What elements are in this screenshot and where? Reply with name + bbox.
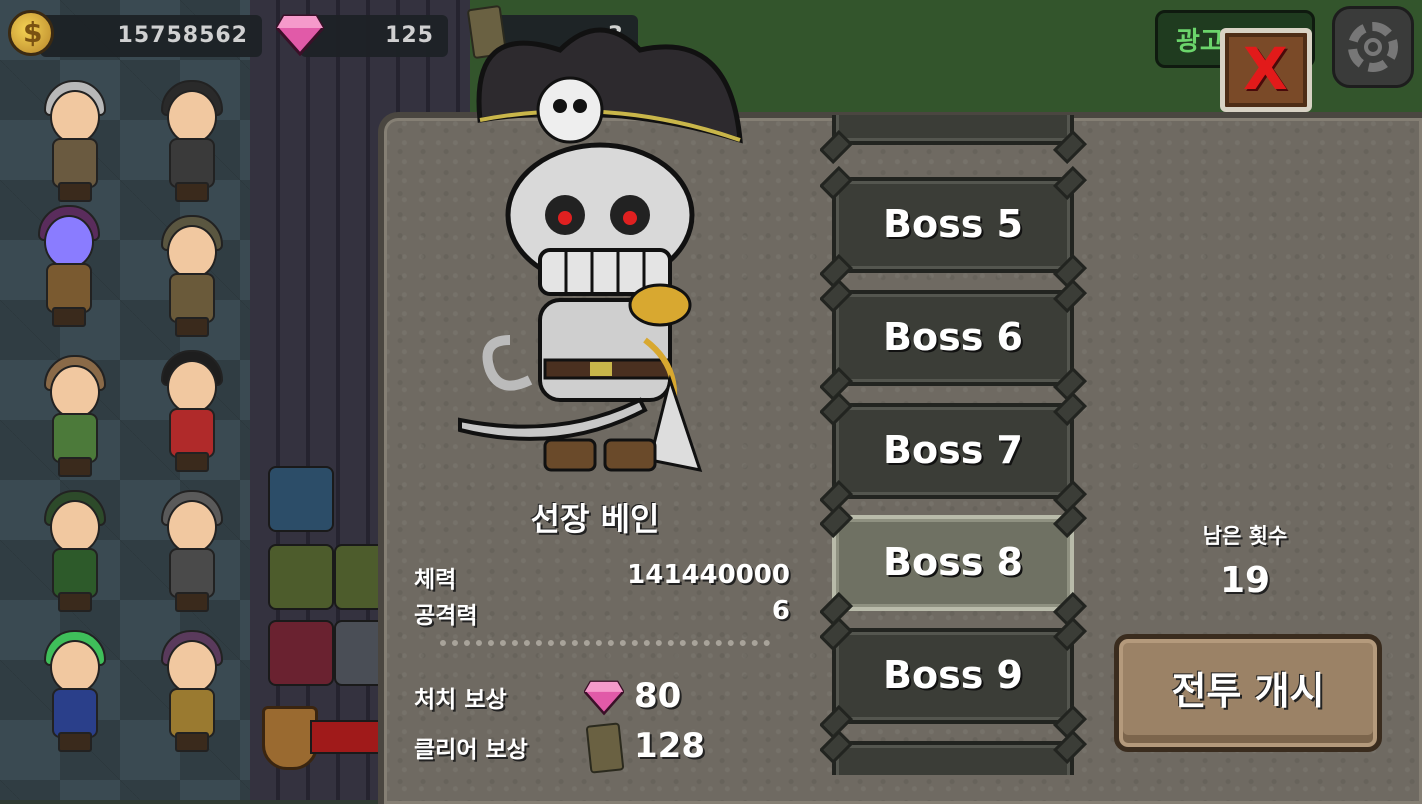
ad-button-label: 광고 <box>1176 27 1224 57</box>
hero-unit[interactable] <box>145 350 235 472</box>
hero-unit[interactable] <box>22 205 112 327</box>
gem-icon <box>276 14 324 56</box>
attack-value: 6 <box>771 596 790 626</box>
kill-reward-value: 80 <box>634 676 682 716</box>
remaining-attempts-label: 남은 횟수 <box>1202 524 1288 548</box>
start-battle-button[interactable]: 전투 개시 <box>1114 634 1382 752</box>
boss-list-item[interactable]: Boss 5 <box>820 166 1087 288</box>
hp-label: 체력 <box>414 567 457 593</box>
start-battle-label: 전투 개시 <box>1171 669 1325 713</box>
divider <box>440 640 770 646</box>
boss-list-item-label: Boss 5 <box>883 202 1023 246</box>
hp-bar <box>310 720 384 754</box>
hero-unit[interactable] <box>28 355 118 477</box>
hp-value: 141440000 <box>627 560 790 590</box>
hero-unit[interactable] <box>28 630 118 752</box>
boss-name: 선장 베인 <box>530 500 660 538</box>
ticket-icon <box>585 722 625 774</box>
boss-list-item[interactable] <box>820 115 1087 164</box>
boss-list-item[interactable] <box>820 730 1087 775</box>
hero-unit[interactable] <box>28 490 118 612</box>
attack-label: 공격력 <box>414 603 478 629</box>
skill-slot[interactable] <box>268 620 334 686</box>
boss-list-item-selected[interactable]: Boss 8 <box>820 504 1087 626</box>
boss-list-item-label: Boss 9 <box>883 653 1023 697</box>
gold-counter: 15758562 <box>40 15 262 57</box>
skill-slot[interactable] <box>268 544 334 610</box>
clear-reward-label: 클리어 보상 <box>414 737 528 763</box>
boss-portrait <box>458 27 743 472</box>
settings-button[interactable] <box>1332 6 1414 88</box>
clear-reward-value: 128 <box>634 726 705 766</box>
skill-slot[interactable] <box>268 466 334 532</box>
hero-unit[interactable] <box>145 215 235 337</box>
gem-icon <box>584 680 624 716</box>
remaining-attempts-value: 19 <box>1219 560 1271 601</box>
boss-list-item[interactable]: Boss 6 <box>820 279 1087 401</box>
gold-value: 15758562 <box>117 23 248 48</box>
hero-unit[interactable] <box>145 630 235 752</box>
boss-list-item-label: Boss 6 <box>883 315 1023 359</box>
kill-reward-label: 처치 보상 <box>414 687 507 713</box>
boss-list-item[interactable]: Boss 9 <box>820 617 1087 739</box>
boss-list: Boss 5 Boss 6 Boss 7 Boss 8 Boss 9 <box>820 115 1090 775</box>
boss-list-item[interactable]: Boss 7 <box>820 392 1087 514</box>
hero-unit[interactable] <box>28 80 118 202</box>
close-button[interactable]: X <box>1220 28 1312 112</box>
hero-unit[interactable] <box>145 490 235 612</box>
gem-value: 125 <box>385 23 434 48</box>
gear-icon <box>1348 22 1398 72</box>
boss-list-item-label: Boss 8 <box>883 540 1023 584</box>
hero-unit[interactable] <box>145 80 235 202</box>
coin-icon <box>8 10 54 56</box>
close-icon: X <box>1243 35 1288 103</box>
boss-list-item-label: Boss 7 <box>883 428 1023 472</box>
